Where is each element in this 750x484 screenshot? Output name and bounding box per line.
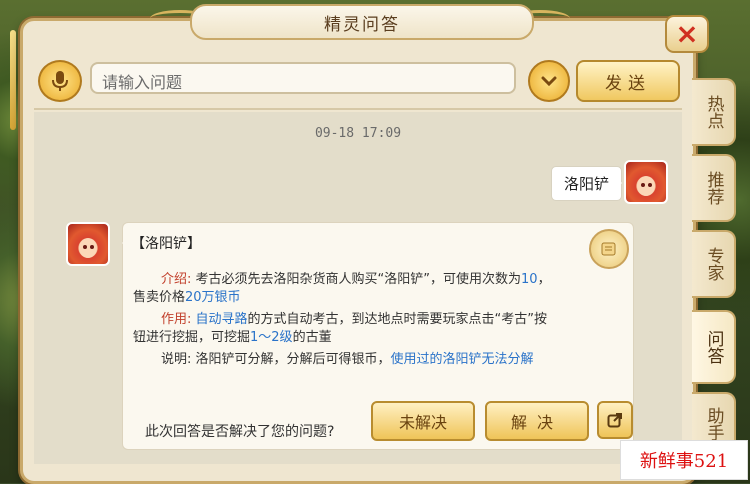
microphone-button[interactable] [38,60,82,102]
close-button[interactable]: × [665,15,709,53]
assistant-avatar [66,222,110,266]
intro-line-2: 售卖价格20万银币 [133,289,241,307]
user-avatar [624,160,668,204]
send-button[interactable]: 发送 [576,60,680,102]
history-dropdown-button[interactable] [528,60,570,102]
watermark: 新鲜事521 [620,440,748,480]
microphone-icon [52,71,68,91]
input-bar: 请输入问题 发送 [34,58,682,102]
intro-count: 10 [521,272,538,287]
share-button[interactable] [597,401,633,439]
feedback-question: 此次回答是否解决了您的问题? [145,424,335,440]
tab-expert[interactable]: 专家 [692,230,736,298]
chevron-down-icon [541,76,557,86]
note-text: 洛阳铲可分解，分解后可得银币， [195,352,391,367]
tab-hot-label: 热点 [703,95,724,129]
tab-expert-label: 专家 [703,247,724,281]
levels-value: 1～2级 [250,330,293,345]
tab-qa[interactable]: 问答 [692,310,736,384]
intro-text: 考古必须先去洛阳杂货商人购买“洛阳铲”，可使用次数为 [195,272,522,287]
tab-hot[interactable]: 热点 [692,78,736,146]
window-title: 精灵问答 [324,14,400,35]
price-label: 售卖价格 [133,290,186,305]
use-label: 作用: [161,312,192,327]
scroll-glyph [601,242,616,256]
note-blue-text: 使用过的洛阳铲无法分解 [390,352,534,367]
note-line: 说明: 洛阳铲可分解，分解后可得银币，使用过的洛阳铲无法分解 [161,351,534,369]
tassel-ornament [10,30,16,130]
message-timestamp: 09-18 17:09 [314,126,402,141]
auto-path-link[interactable]: 自动寻路 [196,312,248,327]
tab-qa-label: 问答 [703,330,724,364]
tab-recommend-label: 推荐 [703,171,724,205]
intro-line: 介绍: 考古必须先去洛阳杂货商人购买“洛阳铲”，可使用次数为10， [161,271,551,289]
unresolved-button[interactable]: 未解决 [371,401,475,441]
scroll-icon[interactable] [589,229,629,269]
intro-label: 介绍: [161,272,192,287]
use-text-3: 的古董 [292,330,332,345]
tab-assistant-label: 助手 [703,407,724,441]
use-line-2: 钮进行挖掘，可挖掘1～2级的古董 [133,329,332,347]
use-text: 的方式自动考古，到达地点时需要玩家点击“考古”按 [247,312,548,327]
use-line: 作用: 自动寻路的方式自动考古，到达地点时需要玩家点击“考古”按 [161,311,547,329]
divider [34,108,682,110]
question-input[interactable]: 请输入问题 [90,62,516,94]
use-text-2: 钮进行挖掘，可挖掘 [133,330,251,345]
intro-text-end: ， [537,272,551,287]
price-value: 20万银币 [185,290,241,305]
share-icon [607,413,622,428]
user-message-bubble: 洛阳铲 [550,166,623,201]
tab-recommend[interactable]: 推荐 [692,154,736,222]
answer-bubble: 【洛阳铲】 介绍: 考古必须先去洛阳杂货商人购买“洛阳铲”，可使用次数为10， … [122,222,634,450]
note-label: 说明: [161,352,192,367]
resolved-button[interactable]: 解决 [485,401,589,441]
close-icon: × [675,17,699,50]
chat-area[interactable]: 09-18 17:09 洛阳铲 【洛阳铲】 介绍: 考古必须先去洛阳杂货商人购买… [34,112,682,464]
window-title-plate: 精灵问答 [190,4,534,40]
answer-title: 【洛阳铲】 [131,236,201,252]
